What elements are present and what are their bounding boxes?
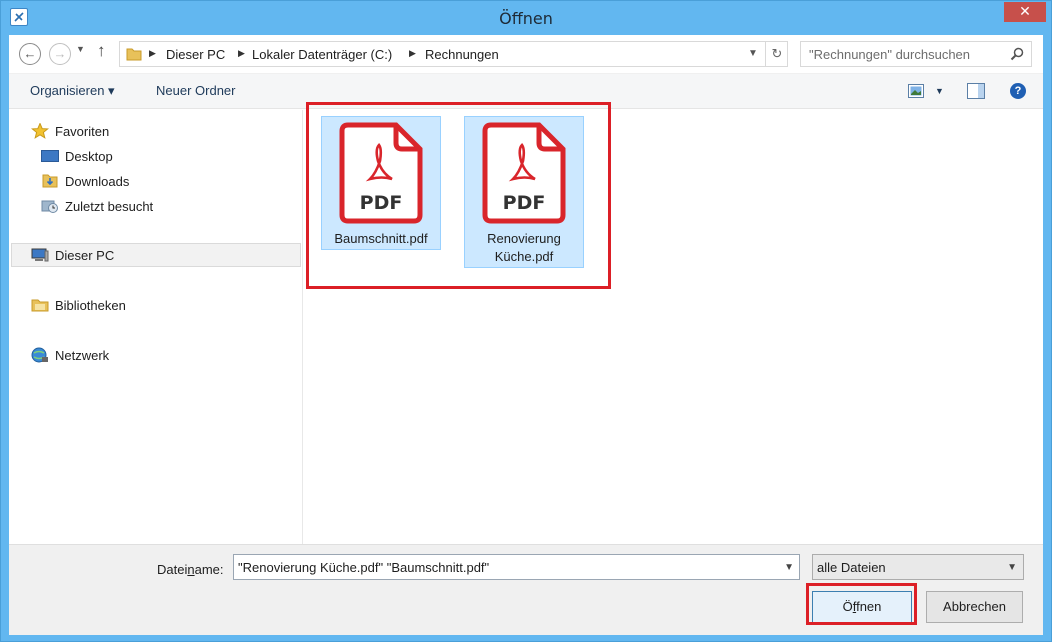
file-name-line: Renovierung (487, 231, 561, 246)
libraries-icon (31, 299, 49, 312)
address-row: ← → ▼ ↑ ▶ Dieser PC ▶ Lokaler Datenträge… (9, 35, 1043, 73)
recent-places-icon (41, 200, 58, 213)
recent-locations-dropdown-icon[interactable]: ▼ (76, 44, 85, 54)
breadcrumb-rechnungen[interactable]: Rechnungen (425, 47, 499, 62)
navigation-pane: Favoriten Desktop Downloads Zuletzt besu… (9, 110, 303, 544)
chevron-down-icon[interactable]: ▼ (1007, 562, 1017, 573)
nav-label: Dieser PC (55, 248, 115, 263)
view-dropdown-icon[interactable]: ▼ (935, 86, 944, 96)
pdf-label: PDF (503, 192, 546, 214)
filename-value[interactable]: "Renovierung Küche.pdf" "Baumschnitt.pdf… (238, 560, 489, 575)
dialog-client: ← → ▼ ↑ ▶ Dieser PC ▶ Lokaler Datenträge… (9, 35, 1043, 635)
file-name-line: Küche.pdf (494, 249, 554, 264)
nav-label: Zuletzt besucht (65, 199, 154, 214)
close-button[interactable]: ✕ (1004, 2, 1046, 22)
search-icon (1010, 47, 1024, 61)
search-box[interactable] (800, 41, 1032, 67)
pdf-label: PDF (360, 192, 403, 214)
help-icon[interactable]: ? (1010, 83, 1026, 99)
pdf-file-icon: PDF (339, 122, 423, 224)
new-folder-button[interactable]: Neuer Ordner (156, 83, 235, 98)
star-icon (31, 123, 49, 139)
desktop-icon (41, 150, 59, 162)
filetype-select[interactable]: alle Dateien ▼ (812, 554, 1024, 580)
nav-label: Bibliotheken (55, 298, 126, 313)
title-bar[interactable]: Öffnen ✕ (1, 1, 1051, 35)
change-view-icon[interactable] (908, 84, 924, 98)
back-button[interactable]: ← (19, 43, 41, 65)
computer-icon (31, 248, 49, 262)
breadcrumb-local-disk[interactable]: Lokaler Datenträger (C:) (252, 47, 392, 62)
downloads-folder-icon (42, 174, 58, 188)
file-name: Renovierung Küche.pdf (465, 230, 583, 266)
dialog-window: Öffnen ✕ ← → ▼ ↑ ▶ Dieser PC ▶ Lokaler D… (0, 0, 1052, 642)
nav-label: Downloads (65, 174, 130, 189)
pdf-file-icon: PDF (482, 122, 566, 224)
dialog-footer: Dateiname: "Renovierung Küche.pdf" "Baum… (9, 544, 1043, 635)
breadcrumb-separator-icon[interactable]: ▶ (238, 48, 245, 59)
up-button[interactable]: ↑ (97, 41, 106, 61)
open-button[interactable]: Öffnen (812, 591, 912, 623)
forward-button[interactable]: → (49, 43, 71, 65)
filetype-value: alle Dateien (817, 560, 886, 575)
address-bar[interactable]: ▶ Dieser PC ▶ Lokaler Datenträger (C:) ▶… (119, 41, 788, 67)
breadcrumb-this-pc[interactable]: Dieser PC (166, 47, 225, 62)
refresh-button[interactable]: ↻ (765, 41, 788, 67)
filename-label: Dateiname: (157, 562, 224, 577)
nav-label: Desktop (65, 149, 113, 164)
file-item-baumschnitt[interactable]: PDF Baumschnitt.pdf (321, 116, 441, 250)
network-icon (31, 347, 48, 363)
folder-icon (126, 48, 142, 61)
preview-pane-icon[interactable] (967, 83, 985, 99)
filename-dropdown-icon[interactable]: ▼ (784, 562, 794, 573)
nav-label: Favoriten (55, 124, 110, 139)
cancel-button[interactable]: Abbrechen (926, 591, 1023, 623)
window-title: Öffnen (499, 9, 553, 28)
file-list: PDF Baumschnitt.pdf PDF Renovierung Küch… (304, 110, 1043, 544)
filename-input[interactable]: "Renovierung Küche.pdf" "Baumschnitt.pdf… (233, 554, 800, 580)
address-dropdown-icon[interactable]: ▼ (748, 48, 758, 59)
breadcrumb-separator-icon[interactable]: ▶ (409, 48, 416, 59)
nav-label: Netzwerk (55, 348, 110, 363)
organize-button[interactable]: Organisieren ▾ (30, 83, 115, 99)
file-item-renovierung-kueche[interactable]: PDF Renovierung Küche.pdf (464, 116, 584, 268)
command-bar: Organisieren ▾ Neuer Ordner ▼ ? (9, 73, 1043, 109)
file-name: Baumschnitt.pdf (334, 231, 428, 246)
search-input[interactable] (809, 46, 1004, 62)
breadcrumb-separator-icon[interactable]: ▶ (149, 48, 156, 59)
